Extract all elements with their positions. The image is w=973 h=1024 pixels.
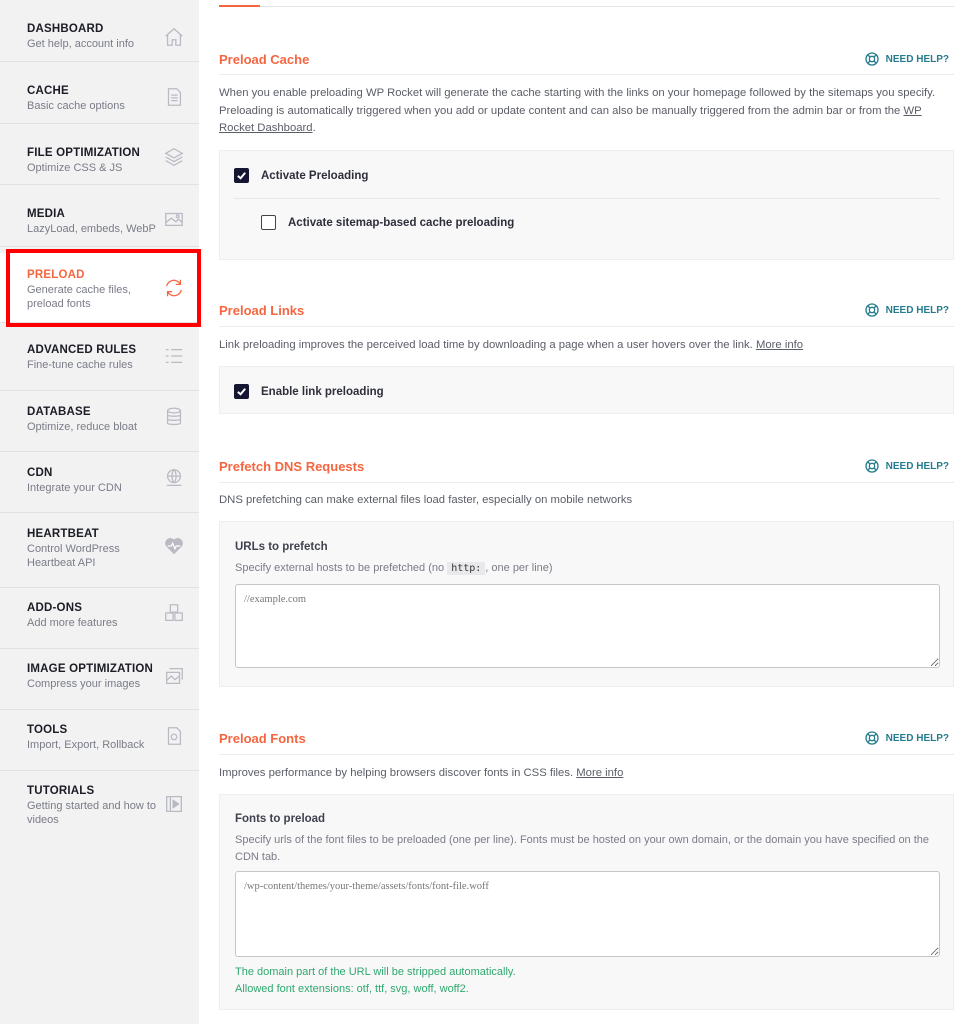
need-help-link[interactable]: NEED HELP? [864, 302, 949, 318]
more-info-link[interactable]: More info [756, 339, 803, 351]
activate-preloading-checkbox[interactable] [234, 168, 249, 183]
need-help-label: NEED HELP? [885, 304, 949, 316]
sidebar-item-subtitle: Import, Export, Rollback [27, 739, 145, 751]
description-text: Improves performance by helping browsers… [219, 767, 577, 779]
sidebar-item-tools[interactable]: TOOLS Import, Export, Rollback [0, 710, 199, 771]
list-icon [163, 345, 185, 367]
active-tab-indicator [219, 5, 260, 7]
heart-pulse-icon [163, 535, 185, 557]
preload-links-panel: Enable link preloading [219, 366, 954, 414]
sidebar-item-cache[interactable]: CACHE Basic cache options [0, 62, 199, 124]
need-help-label: NEED HELP? [885, 732, 949, 744]
sidebar-item-subtitle: Basic cache options [27, 100, 125, 112]
sidebar-item-subtitle: Add more features [27, 617, 118, 629]
panel-divider [234, 198, 940, 199]
need-help-label: NEED HELP? [885, 460, 949, 472]
sidebar-item-subtitle: LazyLoad, embeds, WebP [27, 223, 156, 235]
sidebar-item-add-ons[interactable]: ADD-ONS Add more features [0, 588, 199, 649]
sidebar-item-subtitle: Get help, account info [27, 38, 135, 50]
sidebar-item-subtitle: Fine-tune cache rules [27, 359, 133, 371]
fonts-to-preload-label: Fonts to preload [235, 813, 326, 825]
preload-fonts-panel: Fonts to preload Specify urls of the fon… [219, 794, 954, 1010]
sidebar-item-advanced-rules[interactable]: ADVANCED RULES Fine-tune cache rules [0, 329, 199, 391]
sitemap-preloading-option[interactable]: Activate sitemap-based cache preloading [261, 215, 514, 230]
section-divider [219, 326, 954, 327]
activate-preloading-option[interactable]: Activate Preloading [234, 168, 368, 183]
sidebar-item-image-optimization[interactable]: IMAGE OPTIMIZATION Compress your images [0, 649, 199, 710]
sidebar-item-subtitle: Control WordPress Heartbeat API [27, 543, 120, 569]
sidebar-item-subtitle: Integrate your CDN [27, 482, 122, 494]
sidebar-item-dashboard[interactable]: DASHBOARD Get help, account info [0, 0, 199, 62]
need-help-link[interactable]: NEED HELP? [864, 458, 949, 474]
urls-to-prefetch-label: URLs to prefetch [235, 541, 328, 553]
activate-preloading-label: Activate Preloading [261, 169, 369, 182]
sidebar-item-subtitle: Compress your images [27, 678, 141, 690]
urls-to-prefetch-textarea[interactable] [235, 584, 940, 668]
lifebuoy-icon [864, 731, 879, 745]
globe-icon [163, 467, 185, 489]
sitemap-preloading-label: Activate sitemap-based cache preloading [288, 216, 515, 229]
section-title-prefetch-dns: Prefetch DNS Requests [219, 459, 365, 474]
description-text: Link preloading improves the perceived l… [219, 339, 756, 351]
more-info-link[interactable]: More info [576, 767, 623, 779]
sidebar-item-heartbeat[interactable]: HEARTBEAT Control WordPress Heartbeat AP… [0, 513, 199, 588]
image-icon [163, 208, 185, 230]
allowed-extensions-hint: Allowed font extensions: otf, ttf, svg, … [235, 983, 469, 995]
cubes-icon [163, 602, 185, 624]
sidebar-item-media[interactable]: MEDIA LazyLoad, embeds, WebP [0, 185, 199, 247]
video-icon [163, 793, 185, 815]
help-text-end: , one per line) [485, 562, 553, 574]
tab-underline [219, 6, 954, 7]
section-divider [219, 74, 954, 75]
description-text: When you enable preloading WP Rocket wil… [219, 87, 936, 117]
section-title-preload-links: Preload Links [219, 303, 305, 318]
sidebar-item-tutorials[interactable]: TUTORIALS Getting started and how to vid… [0, 771, 199, 846]
preload-links-description: Link preloading improves the perceived l… [219, 337, 954, 355]
help-text: Specify external hosts to be prefetched … [235, 562, 448, 574]
lifebuoy-icon [864, 52, 879, 66]
sidebar: DASHBOARD Get help, account info CACHE B… [0, 0, 199, 1024]
sitemap-preloading-checkbox[interactable] [261, 215, 276, 230]
domain-stripped-hint: The domain part of the URL will be strip… [235, 966, 516, 978]
section-divider [219, 754, 954, 755]
http-code: http: [447, 562, 486, 575]
sidebar-item-cdn[interactable]: CDN Integrate your CDN [0, 452, 199, 513]
sidebar-item-subtitle: Optimize, reduce bloat [27, 421, 138, 433]
sidebar-item-database[interactable]: DATABASE Optimize, reduce bloat [0, 391, 199, 452]
enable-link-preloading-checkbox[interactable] [234, 384, 249, 399]
prefetch-dns-description: DNS prefetching can make external files … [219, 494, 633, 506]
need-help-link[interactable]: NEED HELP? [864, 51, 949, 67]
image-compress-icon [163, 665, 185, 687]
sidebar-item-file-optimization[interactable]: FILE OPTIMIZATION Optimize CSS & JS [0, 124, 199, 185]
home-icon [163, 26, 185, 48]
section-title-preload-cache: Preload Cache [219, 52, 310, 67]
sidebar-item-subtitle: Optimize CSS & JS [27, 162, 123, 174]
description-end: . [312, 122, 316, 134]
urls-to-prefetch-help: Specify external hosts to be prefetched … [235, 560, 940, 577]
lifebuoy-icon [864, 303, 879, 317]
file-gear-icon [163, 725, 185, 747]
layers-icon [163, 146, 185, 168]
fonts-to-preload-help: Specify urls of the font files to be pre… [235, 834, 930, 863]
enable-link-preloading-label: Enable link preloading [261, 385, 384, 398]
sidebar-item-subtitle: Getting started and how to videos [27, 800, 157, 826]
preload-cache-description: When you enable preloading WP Rocket wil… [219, 85, 954, 138]
prefetch-dns-panel: URLs to prefetch Specify external hosts … [219, 521, 954, 687]
preload-fonts-description: Improves performance by helping browsers… [219, 765, 954, 783]
fonts-to-preload-textarea[interactable] [235, 871, 940, 957]
lifebuoy-icon [864, 459, 879, 473]
active-item-highlight [6, 249, 201, 327]
section-divider [219, 482, 954, 483]
database-icon [163, 406, 185, 428]
preload-cache-panel: Activate Preloading Activate sitemap-bas… [219, 150, 954, 260]
need-help-link[interactable]: NEED HELP? [864, 730, 949, 746]
section-title-preload-fonts: Preload Fonts [219, 731, 306, 746]
document-icon [163, 86, 185, 108]
need-help-label: NEED HELP? [885, 53, 949, 65]
enable-link-preloading-option[interactable]: Enable link preloading [234, 384, 384, 399]
